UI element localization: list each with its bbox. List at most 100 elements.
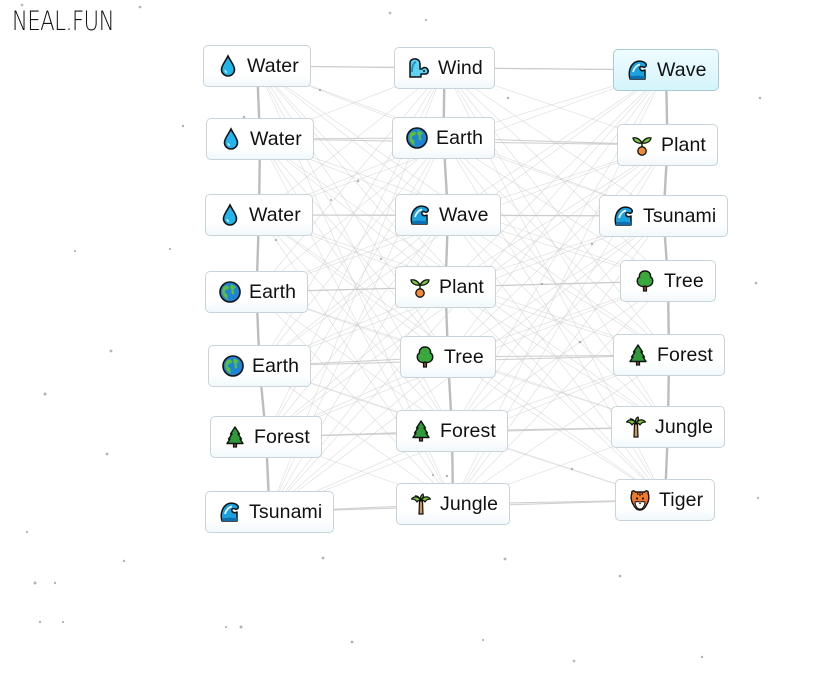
element-label: Tree: [664, 269, 704, 292]
tiger-face-icon: [628, 488, 652, 512]
evergreen-tree-icon: [223, 425, 247, 449]
particle-dot: [318, 88, 322, 92]
element-tile[interactable]: Tsunami: [599, 195, 729, 237]
element-label: Earth: [252, 354, 300, 377]
particle-dot: [33, 581, 37, 585]
connection-line: [265, 214, 449, 438]
connection-line: [451, 215, 664, 432]
element-tile[interactable]: Wave: [395, 194, 501, 236]
seedling-icon: [630, 133, 654, 157]
wave-icon: [408, 203, 432, 227]
element-tile[interactable]: Water: [205, 194, 313, 236]
element-tile[interactable]: Forest: [396, 410, 508, 452]
element-label: Wind: [438, 56, 483, 79]
element-tile[interactable]: Wave: [613, 49, 719, 91]
element-tile[interactable]: Tsunami: [205, 491, 335, 533]
evergreen-tree-icon: [626, 343, 650, 367]
particle-dot: [53, 581, 57, 585]
element-tile[interactable]: Earth: [392, 117, 496, 159]
element-tile[interactable]: Jungle: [611, 406, 726, 448]
particle-dot: [321, 556, 325, 560]
element-tile[interactable]: Tree: [620, 260, 716, 302]
water-drop-icon: [216, 54, 240, 78]
deciduous-tree-icon: [413, 345, 437, 369]
element-label: Tsunami: [643, 204, 717, 227]
neal-fun-logo[interactable]: NEAL.FUN: [12, 6, 114, 37]
element-tile[interactable]: Water: [206, 118, 314, 160]
water-drop-icon: [218, 203, 242, 227]
particle-dot: [25, 530, 29, 534]
element-label: Earth: [436, 126, 484, 149]
wave-icon: [612, 204, 636, 228]
globe-icon: [218, 280, 242, 304]
connection-line: [445, 69, 667, 288]
particle-dot: [503, 557, 507, 561]
connection-line: [447, 144, 668, 358]
element-tile[interactable]: Forest: [613, 334, 725, 376]
particle-dot: [754, 281, 758, 285]
particle-dot: [224, 625, 228, 629]
connection-line: [269, 286, 446, 513]
particle-dot: [356, 179, 360, 183]
element-label: Jungle: [440, 492, 499, 515]
element-tile[interactable]: Jungle: [396, 483, 511, 525]
element-tile[interactable]: Plant: [395, 266, 496, 308]
element-label: Wave: [439, 203, 489, 226]
connection-line: [443, 137, 670, 356]
connection-line: [256, 65, 446, 288]
particle-dot: [109, 349, 113, 353]
element-tile[interactable]: Water: [203, 45, 311, 87]
particle-dot: [756, 496, 760, 500]
seedling-icon: [408, 275, 432, 299]
element-label: Water: [250, 127, 302, 150]
element-tile[interactable]: Earth: [205, 271, 309, 313]
element-label: Water: [247, 54, 299, 77]
element-label: Earth: [249, 280, 297, 303]
particle-dot: [350, 640, 354, 644]
element-tile[interactable]: Plant: [617, 124, 718, 166]
element-label: Jungle: [655, 415, 714, 438]
connection-line: [256, 291, 454, 505]
wave-icon: [218, 500, 242, 524]
particle-dot: [578, 340, 582, 344]
particle-dot: [618, 574, 622, 578]
palm-tree-icon: [624, 415, 648, 439]
element-tile[interactable]: Wind: [394, 47, 495, 89]
connection-line: [447, 214, 669, 428]
particle-dot: [239, 625, 243, 629]
palm-tree-icon: [409, 492, 433, 516]
element-tile[interactable]: Forest: [210, 416, 322, 458]
element-label: Plant: [439, 275, 484, 298]
particle-dot: [181, 124, 185, 128]
particle-dot: [38, 620, 42, 624]
particle-dot: [590, 242, 594, 246]
connection-line: [445, 286, 666, 501]
connection-line: [259, 137, 444, 367]
particle-dot: [481, 638, 485, 642]
particle-dot: [61, 620, 65, 624]
wave-icon: [626, 58, 650, 82]
particle-dot: [379, 257, 383, 261]
element-label: Forest: [657, 343, 713, 366]
element-tile[interactable]: Tiger: [615, 479, 716, 521]
globe-icon: [221, 354, 245, 378]
deciduous-tree-icon: [633, 269, 657, 293]
particle-dot: [122, 559, 126, 563]
particle-dot: [73, 249, 77, 253]
element-tile[interactable]: Tree: [400, 336, 496, 378]
water-drop-icon: [219, 127, 243, 151]
connection-line: [259, 138, 449, 358]
element-label: Forest: [254, 425, 310, 448]
particle-dot: [388, 11, 392, 15]
particle-dot: [758, 96, 762, 100]
connection-line: [452, 280, 669, 505]
element-label: Tree: [444, 345, 484, 368]
globe-icon: [405, 126, 429, 150]
particle-dot: [431, 473, 435, 477]
particle-dot: [700, 655, 704, 659]
particle-dot: [424, 18, 428, 22]
connection-line: [258, 214, 453, 432]
element-label: Plant: [661, 133, 706, 156]
particle-dot: [540, 282, 544, 286]
element-tile[interactable]: Earth: [208, 345, 312, 387]
